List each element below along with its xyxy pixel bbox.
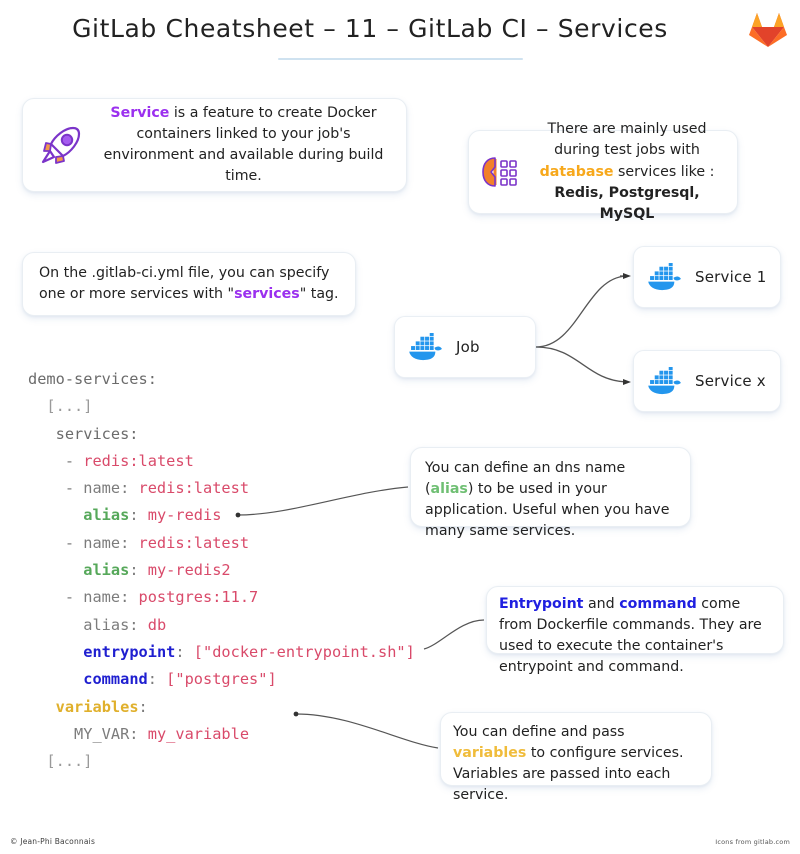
code-token: redis:latest	[83, 451, 194, 470]
diagram-node-service1-label: Service 1	[695, 268, 767, 286]
code-token: command	[83, 670, 148, 689]
code-line: services:	[28, 421, 415, 448]
callout-alias: You can define an dns name (alias) to be…	[410, 447, 691, 539]
code-line: [...]	[28, 748, 415, 775]
docker-whale-icon	[409, 333, 442, 361]
code-token: [...]	[28, 752, 93, 771]
variables-line2: Variables are passed into each service.	[453, 766, 671, 804]
code-token: alias	[83, 561, 130, 580]
code-line: command: ["postgres"]	[28, 666, 415, 693]
code-token: ["postgres"]	[166, 670, 277, 689]
code-line: MY_VAR: my_variable	[28, 721, 415, 748]
code-token: - name:	[28, 588, 139, 607]
diagram-node-servicex-label: Service x	[695, 372, 766, 390]
keyword-entrypoint: Entrypoint	[499, 596, 584, 612]
rocket-icon	[41, 126, 81, 164]
callout-service-text: Service is a feature to create Docker co…	[95, 103, 392, 187]
code-token: variables	[55, 697, 139, 716]
code-token: alias	[83, 506, 130, 525]
code-token: :	[129, 561, 148, 580]
code-token: redis:latest	[138, 479, 250, 498]
footer-credit: Icons from gitlab.com	[715, 838, 790, 846]
callout-yml-file: On the .gitlab-ci.yml file, you can spec…	[22, 252, 356, 316]
keyword-service: Service	[110, 104, 170, 121]
code-token: - name:	[28, 479, 139, 498]
variables-text-b: to configure services.	[526, 745, 684, 762]
code-line: entrypoint: ["docker-entrypoint.sh"]	[28, 639, 415, 666]
yml-text-b: " tag.	[299, 286, 339, 302]
code-token: my_variable	[147, 724, 250, 743]
callout-entrypoint: Entrypoint and command come from Dockerf…	[486, 586, 784, 675]
footer-author: © Jean-Phi Baconnais	[10, 837, 96, 846]
job-services-diagram: Job Service 1 Service x	[388, 238, 788, 424]
callout-alias-text: You can define an dns name (alias) to be…	[425, 458, 676, 542]
code-token: -	[28, 451, 84, 470]
code-token: ["docker-entrypoint.sh"]	[193, 642, 415, 661]
code-token: :	[129, 506, 148, 525]
keyword-command: command	[619, 596, 697, 612]
variables-text-a: You can define and pass	[453, 724, 625, 740]
callout-service: Service is a feature to create Docker co…	[22, 98, 407, 192]
diagram-node-job: Job	[394, 316, 536, 378]
code-token: alias:	[28, 615, 148, 634]
code-token: postgres:11.7	[138, 588, 259, 607]
diagram-node-service1: Service 1	[633, 246, 781, 308]
docker-whale-icon	[648, 263, 681, 291]
entrypoint-mid: and	[583, 596, 620, 612]
code-line: alias: my-redis2	[28, 557, 415, 584]
code-token: :	[138, 697, 148, 716]
keyword-services: services	[234, 286, 300, 302]
code-line: alias: my-redis	[28, 502, 415, 529]
code-token: redis:latest	[138, 533, 250, 552]
callout-test-jobs-text: There are mainly used during test jobs w…	[527, 119, 727, 224]
code-line: variables:	[28, 694, 415, 721]
test-jobs-line2: Redis, Postgresql, MySQL	[554, 184, 700, 222]
code-token: my-redis2	[147, 561, 231, 580]
keyword-database: database	[539, 163, 614, 180]
code-token: :	[175, 642, 194, 661]
test-jobs-line1-b: services like :	[613, 163, 715, 180]
keyword-variables: variables	[453, 745, 527, 762]
code-line: - name: postgres:11.7	[28, 584, 415, 611]
diagram-node-job-label: Job	[456, 338, 480, 356]
callout-entrypoint-text: Entrypoint and command come from Dockerf…	[499, 594, 771, 678]
keyword-alias: alias	[430, 481, 468, 498]
code-token: [...]	[28, 397, 93, 416]
code-token: my-redis	[147, 506, 222, 525]
code-token: :	[147, 670, 167, 689]
callout-variables: You can define and pass variables to con…	[440, 712, 712, 803]
code-token: services:	[28, 424, 139, 443]
code-line: - redis:latest	[28, 448, 415, 475]
page-title: GitLab Cheatsheet – 11 – GitLab CI – Ser…	[72, 14, 668, 43]
callout-test-jobs: There are mainly used during test jobs w…	[468, 121, 738, 222]
code-line: - name: redis:latest	[28, 530, 415, 557]
code-token: - name:	[28, 533, 139, 552]
code-token: MY_VAR:	[28, 724, 148, 743]
yaml-code-block: demo-services: [...] services: - redis:l…	[28, 366, 415, 775]
callout-yml-file-text: On the .gitlab-ci.yml file, you can spec…	[39, 263, 339, 305]
test-jobs-line1-a: There are mainly used during test jobs w…	[547, 121, 707, 159]
code-line: - name: redis:latest	[28, 475, 415, 502]
code-token: entrypoint	[83, 642, 176, 661]
code-line: demo-services:	[28, 366, 415, 393]
diagram-node-servicex: Service x	[633, 350, 781, 412]
title-underline-rule	[278, 58, 523, 60]
gitlab-logo-icon	[749, 13, 787, 47]
code-token: demo-services:	[28, 370, 157, 388]
code-line: alias: db	[28, 612, 415, 639]
services-gear-icon	[482, 157, 517, 187]
code-line: [...]	[28, 393, 415, 420]
code-token: db	[147, 615, 167, 634]
docker-whale-icon	[648, 367, 681, 395]
callout-variables-text: You can define and pass variables to con…	[453, 722, 699, 806]
